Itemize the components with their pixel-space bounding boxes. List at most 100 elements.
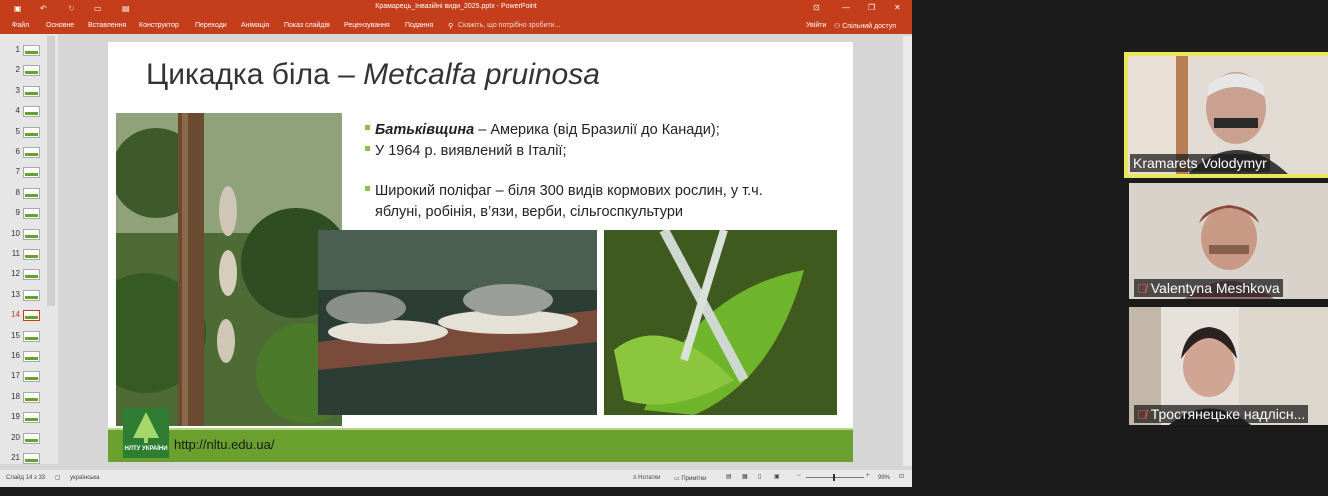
slide-thumbnail[interactable]: 14 bbox=[4, 305, 54, 324]
notes-button[interactable]: ≡ Нотатки bbox=[633, 475, 660, 481]
slide-thumbnail[interactable]: 15 bbox=[4, 326, 54, 345]
tab-design[interactable]: Конструктор bbox=[139, 22, 179, 29]
restore-icon[interactable]: ❐ bbox=[868, 3, 875, 12]
fit-slide-icon[interactable]: ⊡ bbox=[899, 473, 904, 480]
sorter-view-icon[interactable]: ▦ bbox=[742, 473, 748, 480]
title-plain: Цикадка біла – bbox=[146, 58, 364, 91]
slide-number: 5 bbox=[15, 126, 20, 136]
zoom-out-button[interactable]: − bbox=[797, 473, 801, 479]
tab-slideshow[interactable]: Показ слайдів bbox=[284, 22, 330, 29]
slide-number: 9 bbox=[15, 208, 20, 218]
comments-label: Примітки bbox=[681, 476, 707, 482]
pine-tree-icon bbox=[133, 412, 159, 443]
slide-number: 3 bbox=[15, 85, 20, 95]
bullet-marker bbox=[365, 146, 370, 151]
tab-home[interactable]: Основне bbox=[46, 22, 74, 29]
logo-text: НЛТУ УКРАЇНИ bbox=[124, 446, 168, 452]
slide-preview bbox=[23, 167, 40, 179]
bullet-2: У 1964 р. виявлений в Італії; bbox=[365, 143, 566, 159]
slide-preview bbox=[23, 228, 40, 240]
slide-title: Цикадка біла – Metcalfa pruinosa bbox=[146, 58, 600, 92]
slide-counter: Слайд 14 з 33 bbox=[6, 475, 46, 481]
bullet-marker bbox=[365, 125, 370, 130]
slide-number: 19 bbox=[11, 412, 20, 422]
participant-name-row: 🎙̸ Valentyna Meshkova bbox=[1134, 279, 1283, 297]
tell-me-input[interactable]: Скажіть, що потрібно зробити... bbox=[458, 22, 560, 29]
slide-number: 8 bbox=[15, 187, 20, 197]
slide-thumbnail[interactable]: 19 bbox=[4, 407, 54, 426]
reading-view-icon[interactable]: ▯ bbox=[758, 473, 761, 480]
participant-name: Valentyna Meshkova bbox=[1150, 280, 1280, 296]
tab-animations[interactable]: Анімація bbox=[241, 22, 269, 29]
slide-preview bbox=[23, 412, 40, 424]
ribbon-options-icon[interactable]: ⊡ bbox=[813, 3, 820, 12]
comments-button[interactable]: ▭ Примітки bbox=[674, 475, 707, 482]
ribbon-tabs: Файл Основне Вставлення Конструктор Пере… bbox=[0, 18, 912, 34]
zoom-slider[interactable] bbox=[806, 477, 864, 478]
footer-url: http://nltu.edu.ua/ bbox=[174, 437, 275, 452]
slide-thumbnail[interactable]: 17 bbox=[4, 366, 54, 385]
slide-preview bbox=[23, 310, 40, 322]
bullet-3-continuation: яблуні, робінія, в’язи, верби, сільгоспк… bbox=[375, 204, 684, 220]
university-logo: НЛТУ УКРАЇНИ bbox=[123, 408, 169, 458]
slide-number: 13 bbox=[11, 289, 20, 299]
slide-number: 16 bbox=[11, 351, 20, 360]
slide-preview bbox=[23, 351, 40, 362]
photo-insects-on-leaf bbox=[604, 230, 837, 415]
share-button[interactable]: ⚇ Спільний доступ bbox=[834, 22, 896, 30]
slide-number: 12 bbox=[11, 269, 20, 279]
lightbulb-icon: ⚲ bbox=[448, 23, 454, 30]
tab-review[interactable]: Рецензування bbox=[344, 22, 390, 29]
slide-number: 11 bbox=[11, 249, 20, 258]
slide-number: 1 bbox=[15, 45, 20, 54]
bullet-3-text: Широкий поліфаг – біля 300 видів кормови… bbox=[375, 183, 763, 199]
bullet-3: Широкий поліфаг – біля 300 видів кормови… bbox=[365, 183, 763, 199]
language-status[interactable]: українська bbox=[70, 475, 100, 481]
slide-thumbnail[interactable]: 16 bbox=[4, 346, 54, 365]
slide-number: 21 bbox=[11, 453, 20, 462]
signin-link[interactable]: Увійти bbox=[806, 22, 826, 29]
participant-tile[interactable]: 🎙̸ Тростянецьке надлісн... bbox=[1129, 307, 1328, 425]
window-title: Крамарець_Інвазійні види_2025.pptx - Pow… bbox=[375, 3, 537, 10]
slide-thumbnail[interactable]: 21 bbox=[4, 448, 54, 467]
tab-insert[interactable]: Вставлення bbox=[88, 22, 126, 29]
slide-number: 4 bbox=[15, 106, 20, 116]
slide-preview bbox=[23, 289, 40, 301]
slide-number: 18 bbox=[11, 391, 20, 401]
title-bar: ▣ ↶ ↻ ▭ ▤ Крамарець_Інвазійні види_2025.… bbox=[0, 0, 912, 18]
slide-number: 14 bbox=[11, 310, 20, 320]
zoom-in-button[interactable]: + bbox=[866, 473, 870, 479]
tab-transitions[interactable]: Переходи bbox=[195, 22, 227, 29]
bullet-1: Батьківщина – Америка (від Бразилії до К… bbox=[365, 122, 720, 138]
slide-canvas[interactable]: Цикадка біла – Metcalfa pruinosa Батьків… bbox=[108, 42, 853, 462]
photo-insects-on-twig bbox=[318, 230, 597, 415]
bullet-1-text: – Америка (від Бразилії до Канади); bbox=[474, 122, 720, 138]
notes-label: Нотатки bbox=[638, 475, 661, 481]
close-icon[interactable]: ✕ bbox=[894, 3, 901, 12]
slide-scrollbar[interactable] bbox=[903, 36, 912, 466]
normal-view-icon[interactable]: ▤ bbox=[726, 473, 732, 480]
tab-view[interactable]: Подання bbox=[405, 22, 433, 29]
participant-name: Kramarets Volodymyr bbox=[1130, 154, 1270, 172]
slide-preview bbox=[23, 126, 40, 138]
slide-thumbnail[interactable]: 20 bbox=[4, 428, 54, 447]
minimize-icon[interactable]: — bbox=[842, 3, 850, 12]
participant-name-row: 🎙̸ Тростянецьке надлісн... bbox=[1134, 405, 1309, 423]
slide-thumbnail[interactable]: 18 bbox=[4, 387, 54, 406]
participant-tile[interactable]: 🎙̸ Valentyna Meshkova bbox=[1129, 183, 1328, 299]
thumbnail-scrollbar[interactable] bbox=[47, 36, 55, 306]
powerpoint-window: ▣ ↶ ↻ ▭ ▤ Крамарець_Інвазійні види_2025.… bbox=[0, 0, 912, 487]
slide-number: 7 bbox=[15, 167, 20, 177]
zoom-slider-thumb[interactable] bbox=[833, 474, 835, 481]
spellcheck-icon[interactable]: ▢ bbox=[55, 474, 61, 481]
slide-number: 20 bbox=[11, 432, 20, 442]
participant-name: Тростянецьке надлісн... bbox=[1150, 406, 1306, 422]
slide-preview bbox=[23, 187, 40, 199]
bullet-1-bold: Батьківщина bbox=[375, 122, 475, 138]
participant-tile-active[interactable]: Kramarets Volodymyr bbox=[1124, 52, 1328, 178]
tab-file[interactable]: Файл bbox=[12, 22, 29, 29]
zoom-level[interactable]: 99% bbox=[878, 475, 890, 481]
slide-number: 17 bbox=[11, 371, 20, 381]
slide-preview bbox=[23, 249, 40, 260]
slideshow-view-icon[interactable]: ▣ bbox=[774, 473, 780, 480]
